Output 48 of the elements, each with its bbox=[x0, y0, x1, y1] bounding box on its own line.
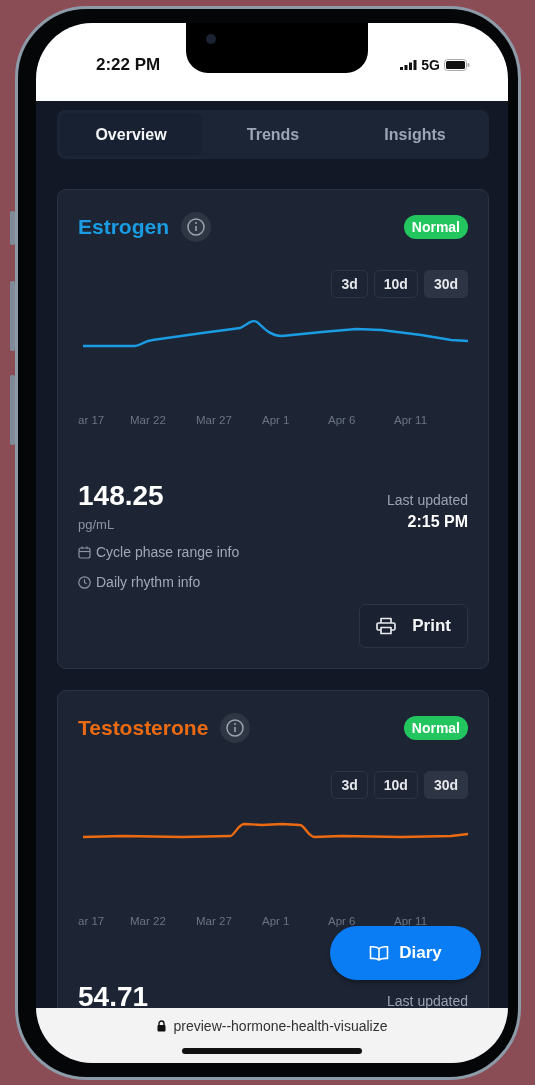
axis-label: Apr 6 bbox=[328, 915, 357, 927]
calendar-icon bbox=[78, 545, 91, 559]
updated-time: 2:15 PM bbox=[407, 513, 468, 531]
clock-icon bbox=[78, 575, 91, 589]
axis-label: Mar 27 bbox=[196, 915, 233, 927]
printer-icon bbox=[376, 617, 397, 635]
axis-label: Apr 1 bbox=[262, 915, 291, 927]
axis-label: Mar 27 bbox=[196, 414, 233, 426]
network-label: 5G bbox=[421, 57, 440, 73]
tab[interactable]: Trends bbox=[202, 113, 344, 156]
lock-icon bbox=[156, 1020, 166, 1032]
hormone-title: Testosterone bbox=[78, 716, 209, 740]
print-button[interactable]: Print bbox=[359, 604, 468, 648]
axis-label: ar 17 bbox=[78, 414, 106, 426]
status-time: 2:22 PM bbox=[96, 55, 161, 75]
updated-label: Last updated bbox=[387, 993, 468, 1008]
camera-icon bbox=[206, 34, 216, 44]
url-text[interactable]: preview--hormone-health-visualize bbox=[173, 1018, 388, 1034]
range-button[interactable]: 10d bbox=[373, 771, 418, 799]
battery-icon bbox=[444, 59, 470, 71]
hormone-value: 54.71 bbox=[78, 981, 149, 1008]
book-icon bbox=[369, 945, 390, 961]
info-icon[interactable] bbox=[181, 212, 211, 242]
diary-button[interactable]: Diary bbox=[330, 926, 481, 980]
axis-label: Apr 11 bbox=[394, 915, 429, 927]
axis-label: Mar 22 bbox=[130, 915, 167, 927]
status-badge: Normal bbox=[403, 716, 468, 740]
axis-label: Mar 22 bbox=[130, 414, 167, 426]
range-button[interactable]: 30d bbox=[423, 771, 468, 799]
axis-label: Apr 1 bbox=[262, 414, 291, 426]
updated-label: Last updated bbox=[387, 492, 468, 508]
range-button[interactable]: 3d bbox=[331, 771, 368, 799]
hormone-title: Estrogen bbox=[78, 215, 169, 239]
range-button[interactable]: 10d bbox=[373, 270, 418, 298]
hormone-value: 148.25 bbox=[78, 480, 165, 512]
info-text: Daily rhythm info bbox=[96, 574, 201, 590]
info-icon[interactable] bbox=[220, 713, 251, 743]
axis-label: ar 17 bbox=[78, 915, 106, 927]
unit-label: pg/mL bbox=[78, 517, 116, 532]
tab[interactable]: Overview bbox=[60, 113, 202, 156]
range-button[interactable]: 3d bbox=[331, 270, 368, 298]
tab[interactable]: Insights bbox=[344, 113, 486, 156]
axis-label: Apr 11 bbox=[394, 414, 429, 426]
signal-icon bbox=[400, 60, 418, 70]
info-text: Cycle phase range info bbox=[96, 544, 240, 560]
status-badge: Normal bbox=[403, 215, 468, 239]
axis-label: Apr 6 bbox=[328, 414, 357, 426]
range-button[interactable]: 30d bbox=[423, 270, 468, 298]
